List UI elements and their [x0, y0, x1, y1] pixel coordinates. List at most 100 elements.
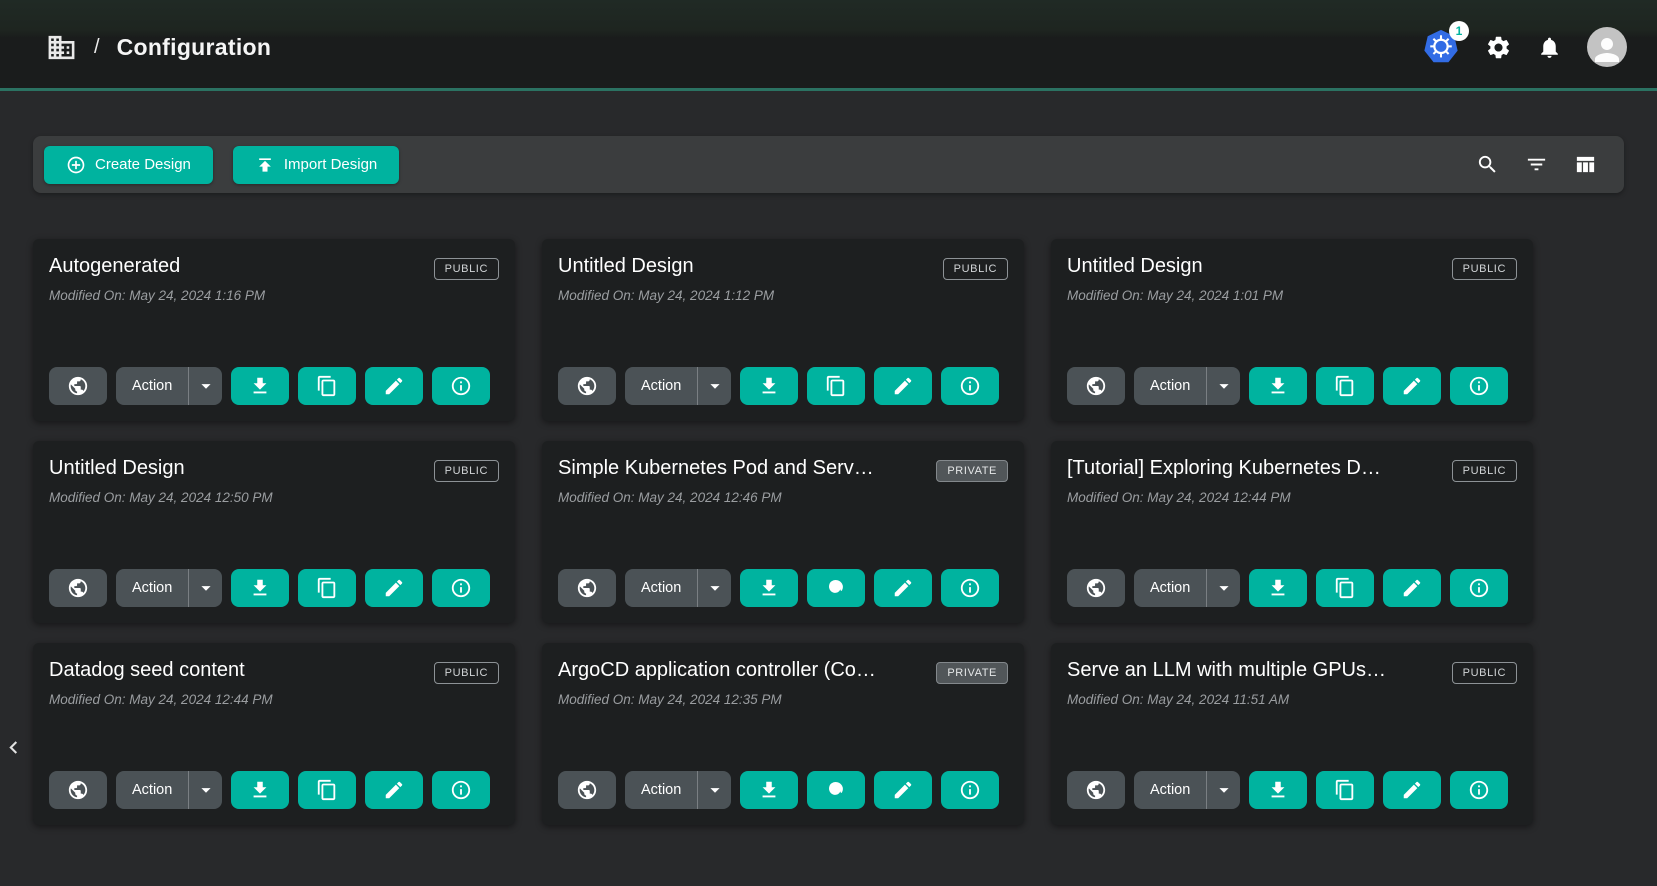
info-button[interactable]: [1450, 771, 1508, 809]
action-button[interactable]: Action: [1134, 569, 1207, 607]
action-dropdown-button[interactable]: [698, 771, 731, 809]
visibility-globe-button[interactable]: [1067, 367, 1125, 405]
download-button[interactable]: [1249, 569, 1307, 607]
action-button-label: Action: [132, 782, 172, 798]
visibility-globe-button[interactable]: [558, 771, 616, 809]
table-view-icon[interactable]: [1574, 153, 1597, 176]
clone-button[interactable]: [807, 771, 865, 809]
visibility-globe-button[interactable]: [1067, 771, 1125, 809]
action-button-label: Action: [1150, 782, 1190, 798]
collapse-drawer-chevron-icon[interactable]: [1, 735, 26, 760]
create-design-button[interactable]: Create Design: [44, 146, 213, 184]
action-dropdown-button[interactable]: [1207, 771, 1240, 809]
design-card[interactable]: Autogenerated PUBLIC Modified On: May 24…: [33, 239, 515, 421]
action-button[interactable]: Action: [116, 367, 189, 405]
action-button[interactable]: Action: [625, 569, 698, 607]
design-card-header: Autogenerated PUBLIC: [49, 255, 499, 280]
design-card[interactable]: [Tutorial] Exploring Kubernetes D… PUBLI…: [1051, 441, 1533, 623]
download-button[interactable]: [1249, 771, 1307, 809]
download-button[interactable]: [231, 771, 289, 809]
edit-button[interactable]: [1383, 771, 1441, 809]
design-card[interactable]: Untitled Design PUBLIC Modified On: May …: [542, 239, 1024, 421]
card-actions: Action: [49, 569, 499, 607]
edit-button[interactable]: [874, 569, 932, 607]
settings-gear-icon[interactable]: [1485, 34, 1512, 61]
edit-button[interactable]: [874, 367, 932, 405]
clone-button[interactable]: [1316, 569, 1374, 607]
info-button[interactable]: [941, 569, 999, 607]
info-button[interactable]: [941, 771, 999, 809]
action-button[interactable]: Action: [625, 367, 698, 405]
clone-button[interactable]: [1316, 771, 1374, 809]
action-split-button: Action: [625, 771, 731, 809]
notifications-bell-icon[interactable]: [1537, 35, 1562, 60]
info-button[interactable]: [432, 367, 490, 405]
action-dropdown-button[interactable]: [189, 771, 222, 809]
info-button[interactable]: [432, 569, 490, 607]
clone-button[interactable]: [298, 569, 356, 607]
globe-icon: [576, 779, 598, 801]
action-dropdown-button[interactable]: [189, 367, 222, 405]
info-button[interactable]: [941, 367, 999, 405]
search-icon[interactable]: [1476, 153, 1499, 176]
globe-icon: [67, 375, 89, 397]
design-card[interactable]: Simple Kubernetes Pod and Serv… PRIVATE …: [542, 441, 1024, 623]
info-button[interactable]: [1450, 367, 1508, 405]
action-button[interactable]: Action: [1134, 771, 1207, 809]
visibility-globe-button[interactable]: [558, 569, 616, 607]
action-button[interactable]: Action: [116, 771, 189, 809]
action-button[interactable]: Action: [1134, 367, 1207, 405]
edit-button[interactable]: [365, 771, 423, 809]
copy-icon: [825, 375, 847, 397]
visibility-globe-button[interactable]: [49, 771, 107, 809]
clone-button[interactable]: [298, 771, 356, 809]
clone-button[interactable]: [807, 569, 865, 607]
download-button[interactable]: [740, 771, 798, 809]
clone-button[interactable]: [807, 367, 865, 405]
import-design-button[interactable]: Import Design: [233, 146, 399, 184]
download-button[interactable]: [231, 569, 289, 607]
visibility-badge: PUBLIC: [943, 258, 1008, 280]
design-card[interactable]: Serve an LLM with multiple GPUs… PUBLIC …: [1051, 643, 1533, 825]
edit-button[interactable]: [1383, 569, 1441, 607]
edit-icon: [383, 779, 405, 801]
design-card-header: Datadog seed content PUBLIC: [49, 659, 499, 684]
info-icon: [450, 779, 472, 801]
clone-button[interactable]: [298, 367, 356, 405]
action-button[interactable]: Action: [625, 771, 698, 809]
globe-icon: [67, 577, 89, 599]
visibility-badge: PUBLIC: [1452, 662, 1517, 684]
organization-building-icon[interactable]: [46, 32, 77, 63]
download-button[interactable]: [1249, 367, 1307, 405]
user-avatar[interactable]: [1587, 27, 1627, 67]
visibility-globe-button[interactable]: [49, 569, 107, 607]
action-dropdown-button[interactable]: [1207, 569, 1240, 607]
visibility-globe-button[interactable]: [1067, 569, 1125, 607]
clone-button[interactable]: [1316, 367, 1374, 405]
action-button[interactable]: Action: [116, 569, 189, 607]
breadcrumb: / Configuration: [46, 32, 271, 63]
edit-button[interactable]: [365, 367, 423, 405]
download-button[interactable]: [231, 367, 289, 405]
design-card[interactable]: Datadog seed content PUBLIC Modified On:…: [33, 643, 515, 825]
visibility-globe-button[interactable]: [558, 367, 616, 405]
download-button[interactable]: [740, 569, 798, 607]
edit-button[interactable]: [874, 771, 932, 809]
edit-button[interactable]: [365, 569, 423, 607]
download-button[interactable]: [740, 367, 798, 405]
action-dropdown-button[interactable]: [189, 569, 222, 607]
chevron-down-icon: [1213, 375, 1235, 397]
action-dropdown-button[interactable]: [698, 367, 731, 405]
edit-button[interactable]: [1383, 367, 1441, 405]
design-card[interactable]: Untitled Design PUBLIC Modified On: May …: [1051, 239, 1533, 421]
action-dropdown-button[interactable]: [698, 569, 731, 607]
visibility-globe-button[interactable]: [49, 367, 107, 405]
filter-icon[interactable]: [1525, 153, 1548, 176]
kubernetes-context-button[interactable]: 1: [1422, 28, 1460, 66]
action-split-button: Action: [116, 771, 222, 809]
action-dropdown-button[interactable]: [1207, 367, 1240, 405]
info-button[interactable]: [432, 771, 490, 809]
design-card[interactable]: Untitled Design PUBLIC Modified On: May …: [33, 441, 515, 623]
design-card[interactable]: ArgoCD application controller (Co… PRIVA…: [542, 643, 1024, 825]
info-button[interactable]: [1450, 569, 1508, 607]
